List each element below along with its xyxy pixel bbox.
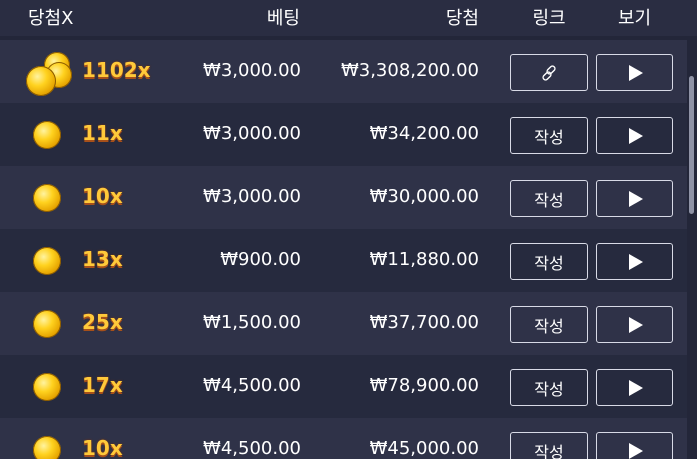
write-link-button[interactable]: 작성 xyxy=(510,117,588,154)
view-button[interactable] xyxy=(596,54,673,91)
header-view: 보기 xyxy=(617,8,652,29)
table-row: 1102x ₩3,000.00 ₩3,308,200.00 xyxy=(0,40,687,103)
play-icon xyxy=(628,316,643,333)
header-link: 링크 xyxy=(532,8,566,29)
header-win: 당첨 xyxy=(445,8,479,29)
table-row: 10x ₩4,500.00 ₩45,000.00 작성 xyxy=(0,418,687,459)
play-icon xyxy=(628,64,643,81)
table-header: 당첨X 베팅 당첨 링크 보기 xyxy=(0,0,697,36)
chain-link-icon xyxy=(542,64,556,81)
play-icon xyxy=(628,379,643,396)
view-button[interactable] xyxy=(596,180,673,217)
win-amount: ₩45,000.00 xyxy=(369,438,479,459)
write-link-button[interactable]: 작성 xyxy=(510,369,588,406)
table-row: 25x ₩1,500.00 ₩37,700.00 작성 xyxy=(0,292,687,355)
scrollbar-thumb[interactable] xyxy=(689,76,694,214)
bets-list: 1102x ₩3,000.00 ₩3,308,200.00 11x ₩3,000… xyxy=(0,40,687,459)
view-button[interactable] xyxy=(596,243,673,280)
play-icon xyxy=(628,127,643,144)
table-row: 17x ₩4,500.00 ₩78,900.00 작성 xyxy=(0,355,687,418)
table-row: 13x ₩900.00 ₩11,880.00 작성 xyxy=(0,229,687,292)
write-link-button[interactable]: 작성 xyxy=(510,432,588,459)
play-icon xyxy=(628,190,643,207)
win-amount: ₩3,308,200.00 xyxy=(340,60,479,81)
write-link-button[interactable]: 작성 xyxy=(510,180,588,217)
table-row: 10x ₩3,000.00 ₩30,000.00 작성 xyxy=(0,166,687,229)
scrollbar[interactable] xyxy=(689,40,695,459)
win-amount: ₩37,700.00 xyxy=(369,312,479,333)
write-link-button[interactable]: 작성 xyxy=(510,243,588,280)
win-amount: ₩11,880.00 xyxy=(369,249,479,270)
view-button[interactable] xyxy=(596,117,673,154)
win-amount: ₩78,900.00 xyxy=(369,375,479,396)
play-icon xyxy=(628,442,643,459)
view-button[interactable] xyxy=(596,306,673,343)
table-row: 11x ₩3,000.00 ₩34,200.00 작성 xyxy=(0,103,687,166)
win-amount: ₩34,200.00 xyxy=(369,123,479,144)
play-icon xyxy=(628,253,643,270)
win-amount: ₩30,000.00 xyxy=(369,186,479,207)
view-button[interactable] xyxy=(596,432,673,459)
view-button[interactable] xyxy=(596,369,673,406)
link-button[interactable] xyxy=(510,54,588,91)
write-link-button[interactable]: 작성 xyxy=(510,306,588,343)
